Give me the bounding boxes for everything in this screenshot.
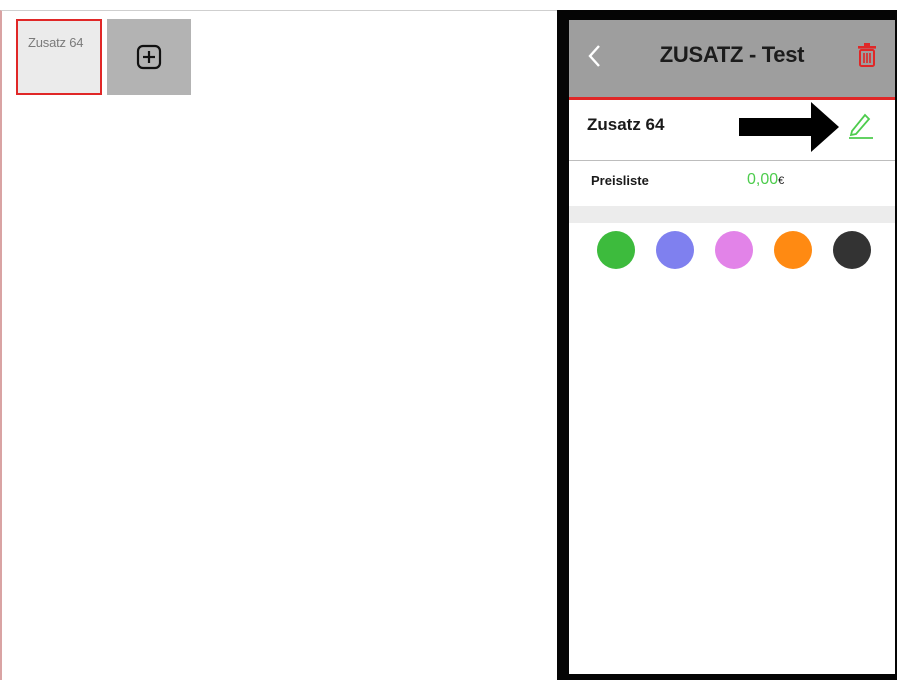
price-list-label: Preisliste [591,173,649,188]
price-amount: 0,00 [747,171,779,188]
color-swatch-black[interactable] [833,231,871,269]
section-separator [569,206,895,223]
item-name: Zusatz 64 [587,115,665,134]
panel-title: ZUSATZ - Test [659,42,805,67]
device-frame: ZUSATZ - Test Zusatz 64 Preisliste 0,00€ [557,10,897,680]
trash-icon[interactable] [857,42,877,68]
color-swatch-green[interactable] [597,231,635,269]
plus-square-icon [136,44,162,70]
tile-canvas: Zusatz 64 [0,10,558,680]
add-tile-button[interactable] [107,19,191,95]
detail-panel: ZUSATZ - Test Zusatz 64 Preisliste 0,00€ [569,20,895,674]
name-row: Zusatz 64 [569,100,895,161]
color-picker [569,231,895,271]
price-row: Preisliste 0,00€ [569,162,895,206]
price-currency: € [778,175,785,187]
arrow-right-icon [739,102,839,152]
panel-header: ZUSATZ - Test [569,20,895,100]
color-swatch-blue[interactable] [656,231,694,269]
price-value[interactable]: 0,00€ [747,171,784,189]
zusatz-tile-label: Zusatz 64 [28,35,84,50]
color-swatch-pink[interactable] [715,231,753,269]
zusatz-tile[interactable]: Zusatz 64 [16,19,102,95]
color-swatch-orange[interactable] [774,231,812,269]
pencil-icon[interactable] [845,110,875,140]
